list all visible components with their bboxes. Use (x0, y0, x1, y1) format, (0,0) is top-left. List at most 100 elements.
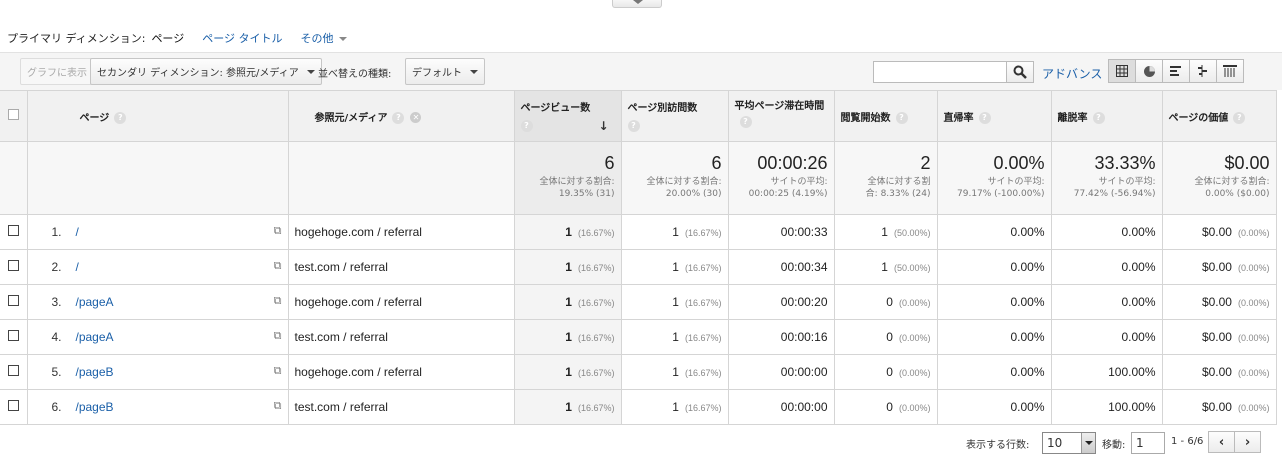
help-icon[interactable]: ? (520, 120, 533, 132)
page-link[interactable]: /pageB (76, 365, 114, 379)
value-amount: $0.00 (1201, 400, 1232, 414)
column-header-pageviews[interactable]: ページビュー数? ↓ (514, 90, 622, 142)
summary-unique: 6 全体に対する割合: 20.00% (30) (621, 141, 729, 215)
entrances-pct: (0.00%) (898, 403, 931, 413)
view-switcher (1108, 59, 1244, 83)
help-icon[interactable]: ? (392, 111, 405, 124)
search-button[interactable] (1006, 61, 1034, 83)
unique-pct: (16.67%) (684, 403, 722, 413)
page-link[interactable]: / (76, 260, 79, 274)
column-header-page-value[interactable]: ページの価値? (1162, 90, 1277, 142)
column-header-page-label: ページ (79, 112, 110, 124)
entrances-pct: (0.00%) (898, 298, 931, 308)
view-pie-button[interactable] (1135, 59, 1163, 83)
view-bar-button[interactable] (1162, 59, 1190, 83)
row-checkbox[interactable] (7, 365, 19, 376)
unique-pct: (16.67%) (684, 228, 722, 238)
sort-type-dropdown[interactable]: デフォルト (405, 58, 485, 85)
advanced-filter-link[interactable]: アドバンス (1042, 65, 1102, 82)
summary-value: $0.00 全体に対する割合: 0.00% ($0.00) (1162, 141, 1277, 215)
entrances-cell: 0 (0.00%) (834, 284, 938, 320)
dimension-page-title-link[interactable]: ページ タイトル (202, 30, 282, 46)
source-cell: hogehoge.com / referral (288, 354, 515, 390)
sort-type-label: 並べ替えの種類: (318, 69, 392, 80)
dimension-page-active: ページ (151, 32, 185, 45)
summary-exit: 33.33% サイトの平均: 77.42% (-56.94%) (1051, 141, 1163, 215)
pageviews-pct: (16.67%) (577, 298, 615, 308)
value-pct: (0.00%) (1237, 333, 1270, 343)
exit-cell: 100.00% (1051, 389, 1163, 425)
view-pivot-button[interactable] (1216, 59, 1244, 83)
summary-sub: 0.00% ($0.00) (1205, 189, 1270, 199)
dimension-other-dropdown[interactable]: その他 (301, 30, 347, 46)
column-header-page[interactable]: ページ? (27, 90, 289, 142)
external-link-icon[interactable]: ⧉ (274, 330, 282, 343)
external-link-icon[interactable]: ⧉ (274, 260, 282, 273)
help-icon[interactable]: ? (1233, 111, 1246, 124)
page-link[interactable]: /pageB (76, 400, 114, 414)
goto-row-input[interactable]: 1 (1131, 432, 1165, 454)
row-number: 5. (51, 365, 62, 379)
unique-cell: 1 (16.67%) (621, 389, 729, 425)
remove-dimension-icon[interactable]: ✕ (410, 112, 422, 123)
entrances-pct: (0.00%) (898, 368, 931, 378)
select-all-checkbox[interactable] (7, 109, 19, 120)
source-cell: test.com / referral (288, 389, 515, 425)
external-link-icon[interactable]: ⧉ (274, 295, 282, 308)
bounce-cell: 0.00% (937, 284, 1052, 320)
goto-label: 移動: (1102, 440, 1126, 451)
row-checkbox[interactable] (7, 225, 19, 236)
row-checkbox[interactable] (7, 400, 19, 411)
unique-value: 1 (672, 365, 679, 379)
rows-per-page-select[interactable]: 10 (1042, 432, 1096, 454)
column-header-unique-pageviews[interactable]: ページ別訪問数? (621, 90, 729, 142)
column-header-value-label: ページの価値 (1168, 112, 1229, 124)
unique-cell: 1 (16.67%) (621, 249, 729, 285)
entrances-pct: (0.00%) (898, 333, 931, 343)
external-link-icon[interactable]: ⧉ (274, 365, 282, 378)
page-link[interactable]: /pageA (76, 330, 114, 344)
page-link[interactable]: /pageA (76, 295, 114, 309)
dimension-other-label: その他 (300, 32, 334, 45)
column-header-avg-time[interactable]: 平均ページ滞在時間? (728, 90, 835, 142)
table-row: 6. /pageB ⧉ test.com / referral 1 (16.67%) 1 (1… (0, 389, 1277, 425)
summary-value: 0.00% (993, 153, 1045, 173)
primary-dimension-bar: プライマリ ディメンション: ページ ページ タイトル その他 (0, 28, 347, 48)
summary-sub: 全体に対する割合: (1194, 177, 1270, 187)
entrances-cell: 0 (0.00%) (834, 389, 938, 425)
secondary-dimension-dropdown[interactable]: セカンダリ ディメンション: 参照元/メディア (90, 58, 322, 85)
table-search-input[interactable] (873, 61, 1007, 83)
column-header-bounce-rate[interactable]: 直帰率? (937, 90, 1052, 142)
next-page-button[interactable]: › (1234, 431, 1261, 453)
column-header-avgtime-label: 平均ページ滞在時間 (734, 101, 825, 112)
page-link[interactable]: / (76, 225, 79, 239)
view-table-button[interactable] (1108, 59, 1136, 83)
column-header-source[interactable]: 参照元/メディア? ✕ (288, 90, 515, 142)
external-link-icon[interactable]: ⧉ (274, 225, 282, 238)
row-checkbox[interactable] (7, 295, 19, 306)
column-header-unique-label: ページ別訪問数 (627, 103, 698, 114)
table-row: 4. /pageA ⧉ test.com / referral 1 (16.67%) 1 (1… (0, 319, 1277, 355)
help-icon[interactable]: ? (114, 111, 127, 124)
column-header-exit-rate[interactable]: 離脱率? (1051, 90, 1163, 142)
external-link-icon[interactable]: ⧉ (274, 400, 282, 413)
help-icon[interactable]: ? (978, 111, 991, 124)
help-icon[interactable]: ? (627, 120, 640, 132)
value-pct: (0.00%) (1237, 368, 1270, 378)
row-checkbox[interactable] (7, 260, 19, 271)
row-checkbox[interactable] (7, 330, 19, 341)
column-header-entrances[interactable]: 閲覧開始数? (834, 90, 938, 142)
prev-page-button[interactable]: ‹ (1208, 431, 1235, 453)
help-icon[interactable]: ? (895, 111, 908, 124)
unique-value: 1 (672, 260, 679, 274)
help-icon[interactable]: ? (1092, 111, 1105, 124)
summary-value: 6 (604, 153, 615, 173)
value-amount: $0.00 (1201, 365, 1232, 379)
search-icon (1013, 65, 1027, 79)
plot-rows-button[interactable]: グラフに表示 (20, 58, 94, 85)
view-comparison-button[interactable] (1189, 59, 1217, 83)
collapse-handle[interactable] (612, 0, 662, 8)
help-icon[interactable]: ? (739, 116, 752, 128)
secondary-dimension-label: セカンダリ ディメンション: 参照元/メディア (97, 68, 299, 79)
exit-cell: 100.00% (1051, 354, 1163, 390)
